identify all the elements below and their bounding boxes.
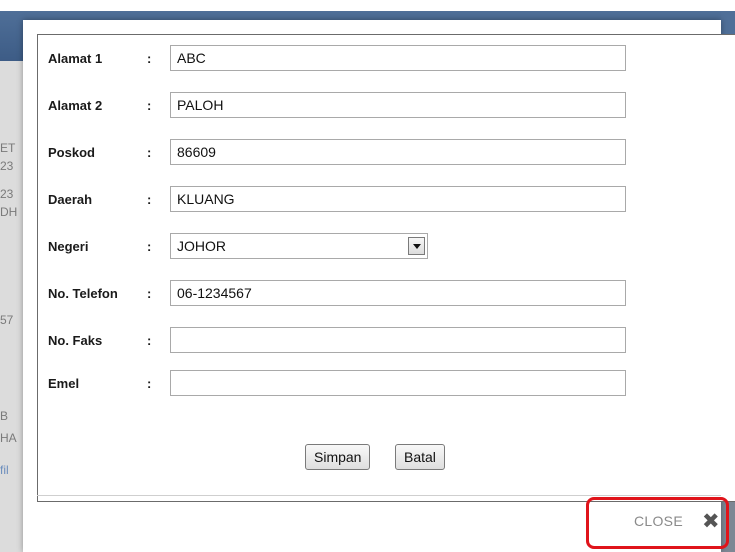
poskod-input[interactable] [170, 139, 626, 165]
row-alamat-2: Alamat 2 : [38, 92, 735, 120]
emel-label: Emel [48, 376, 80, 391]
colon: : [147, 239, 152, 254]
bg-text-fragment: ET [0, 141, 16, 155]
chevron-down-icon[interactable] [408, 237, 425, 255]
row-alamat-1: Alamat 1 : [38, 45, 735, 73]
address-form: Alamat 1 : Alamat 2 : Poskod : Daerah : … [37, 34, 735, 502]
colon: : [147, 333, 152, 348]
batal-button[interactable]: Batal [395, 444, 445, 470]
close-label: CLOSE [634, 513, 683, 529]
poskod-label: Poskod [48, 145, 95, 160]
no-faks-label: No. Faks [48, 333, 103, 348]
colon: : [147, 51, 152, 66]
row-poskod: Poskod : [38, 139, 735, 167]
alamat-2-label: Alamat 2 [48, 98, 103, 113]
colon: : [147, 192, 152, 207]
address-modal: Alamat 1 : Alamat 2 : Poskod : Daerah : … [23, 20, 735, 552]
colon: : [147, 98, 152, 113]
no-telefon-input[interactable] [170, 280, 626, 306]
colon: : [147, 286, 152, 301]
simpan-button[interactable]: Simpan [305, 444, 371, 470]
emel-input[interactable] [170, 370, 626, 396]
alamat-1-input[interactable] [170, 45, 626, 71]
negeri-label: Negeri [48, 239, 89, 254]
bg-text-fragment: 23 [0, 187, 14, 201]
bg-text-fragment: B [0, 409, 9, 423]
daerah-input[interactable] [170, 186, 626, 212]
bg-text-fragment: DH [0, 205, 18, 219]
row-daerah: Daerah : [38, 186, 735, 214]
row-no-faks: No. Faks : [38, 327, 735, 355]
row-emel: Emel : [38, 370, 735, 398]
daerah-label: Daerah [48, 192, 93, 207]
colon: : [147, 376, 152, 391]
row-negeri: Negeri : JOHOR [38, 233, 735, 261]
close-icon[interactable]: ✖ [702, 511, 720, 533]
bg-text-fragment: 57 [0, 313, 14, 327]
colon: : [147, 145, 152, 160]
page-top-bar [0, 0, 735, 11]
alamat-1-label: Alamat 1 [48, 51, 103, 66]
bg-text-fragment: 23 [0, 159, 14, 173]
no-faks-input[interactable] [170, 327, 626, 353]
negeri-selected-value: JOHOR [177, 238, 226, 254]
row-no-telefon: No. Telefon : [38, 280, 735, 308]
bg-text-fragment: HA [0, 431, 17, 445]
footer-divider [37, 495, 721, 496]
no-telefon-label: No. Telefon [48, 286, 118, 301]
bg-link-fragment[interactable]: fil [0, 463, 9, 477]
negeri-select[interactable]: JOHOR [170, 233, 428, 259]
alamat-2-input[interactable] [170, 92, 626, 118]
close-highlight: CLOSE ✖ [586, 497, 729, 549]
